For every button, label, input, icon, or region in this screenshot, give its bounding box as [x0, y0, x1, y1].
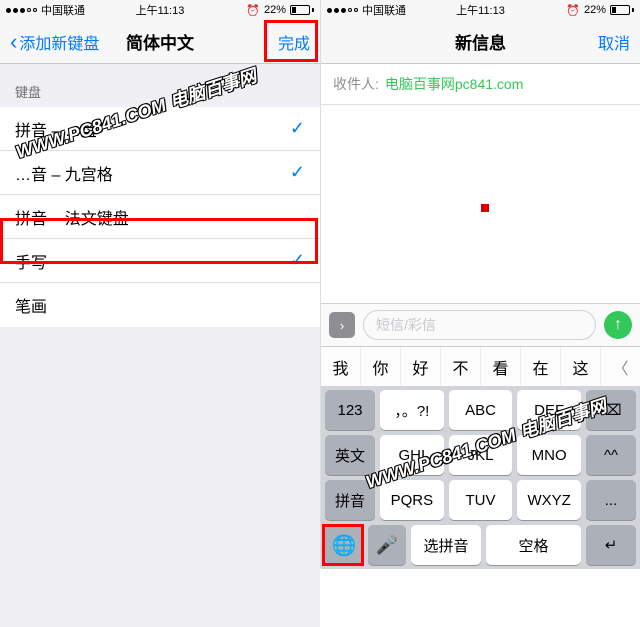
key-wxyz[interactable]: WXYZ — [517, 480, 581, 520]
status-bar: 中国联通 上午11:13 ⏰ 22% — [321, 0, 640, 20]
battery-percent: 22% — [584, 4, 606, 16]
return-icon: ↵ — [605, 536, 618, 554]
key-emoji[interactable]: ^^ — [586, 435, 636, 475]
clock: 上午11:13 — [136, 2, 185, 18]
suggestion[interactable]: 看 — [481, 347, 521, 386]
recipient-row[interactable]: 收件人: 电脑百事网pc841.com — [321, 64, 640, 105]
mic-icon: 🎤 — [376, 535, 398, 556]
suggestion-bar: 我 你 好 不 看 在 这 〈 — [321, 346, 640, 386]
check-icon: ✓ — [290, 162, 305, 183]
compose-area[interactable] — [321, 105, 640, 303]
message-input[interactable]: 短信/彩信 — [363, 310, 596, 340]
mic-button[interactable]: 🎤 — [368, 525, 406, 565]
key-backspace[interactable]: ⌫ — [586, 390, 636, 430]
recipient-value: 电脑百事网pc841.com — [385, 74, 523, 94]
key-pinyin[interactable]: 拼音 — [325, 480, 375, 520]
list-item[interactable]: 拼音 – …盘✓ — [0, 107, 320, 151]
key-pqrs[interactable]: PQRS — [380, 480, 444, 520]
clock: 上午11:13 — [456, 2, 505, 18]
arrow-up-icon: ↑ — [614, 316, 622, 334]
globe-icon: 🌐 — [332, 533, 357, 558]
nav-bar: ‹添加新键盘 简体中文 完成 — [0, 20, 320, 64]
cancel-button[interactable]: 取消 — [598, 30, 630, 54]
send-button[interactable]: ↑ — [604, 311, 632, 339]
carrier-label: 中国联通 — [362, 2, 406, 18]
done-button[interactable]: 完成 — [278, 30, 310, 54]
alarm-icon: ⏰ — [246, 4, 260, 17]
page-title: 新信息 — [455, 29, 506, 54]
battery-icon — [290, 5, 314, 15]
check-icon: ✓ — [290, 250, 305, 271]
cursor-icon — [481, 204, 489, 212]
list-item[interactable]: 笔画 — [0, 283, 320, 327]
status-bar: 中国联通 上午11:13 ⏰ 22% — [0, 0, 320, 20]
key-123[interactable]: 123 — [325, 390, 375, 430]
nav-bar: 新信息 取消 — [321, 20, 640, 64]
key-def[interactable]: DEF — [517, 390, 581, 430]
suggestion[interactable]: 不 — [441, 347, 481, 386]
keyboard: 123 ，。?! ABC DEF ⌫ 英文 GHI JKL MNO ^^ 拼音 … — [321, 386, 640, 569]
key-jkl[interactable]: JKL — [449, 435, 513, 475]
new-message-screen: 中国联通 上午11:13 ⏰ 22% 新信息 取消 收件人: 电脑百事网pc84… — [320, 0, 640, 568]
select-pinyin-key[interactable]: 选拼音 — [411, 525, 481, 565]
battery-percent: 22% — [264, 4, 286, 16]
list-item[interactable]: 拼音 – 法文键盘 — [0, 195, 320, 239]
list-item[interactable]: …音 – 九宫格✓ — [0, 151, 320, 195]
key-punct[interactable]: ，。?! — [380, 390, 444, 430]
signal-dots-icon — [6, 8, 37, 13]
suggestion[interactable]: 这 — [561, 347, 601, 386]
keyboard-list: 拼音 – …盘✓ …音 – 九宫格✓ 拼音 – 法文键盘 手写✓ 笔画 — [0, 107, 320, 327]
back-button[interactable]: ‹添加新键盘 — [10, 29, 99, 55]
suggestion-more[interactable]: 〈 — [601, 347, 640, 386]
keyboard-settings-screen: 中国联通 上午11:13 ⏰ 22% ‹添加新键盘 简体中文 完成 键盘 拼音 … — [0, 0, 320, 568]
chevron-left-icon: ‹ — [10, 29, 17, 55]
empty-area — [0, 327, 320, 627]
key-mno[interactable]: MNO — [517, 435, 581, 475]
carrier-label: 中国联通 — [41, 2, 85, 18]
expand-button[interactable]: › — [329, 312, 355, 338]
alarm-icon: ⏰ — [566, 4, 580, 17]
globe-button[interactable]: 🌐 — [325, 525, 363, 565]
key-english[interactable]: 英文 — [325, 435, 375, 475]
page-title: 简体中文 — [126, 29, 194, 54]
suggestion[interactable]: 好 — [401, 347, 441, 386]
key-ghi[interactable]: GHI — [380, 435, 444, 475]
space-key[interactable]: 空格 — [486, 525, 581, 565]
suggestion[interactable]: 我 — [321, 347, 361, 386]
section-header: 键盘 — [0, 64, 320, 107]
suggestion[interactable]: 你 — [361, 347, 401, 386]
suggestion[interactable]: 在 — [521, 347, 561, 386]
signal-dots-icon — [327, 8, 358, 13]
key-tuv[interactable]: TUV — [449, 480, 513, 520]
battery-icon — [610, 5, 634, 15]
check-icon: ✓ — [290, 118, 305, 139]
key-more[interactable]: ... — [586, 480, 636, 520]
message-input-bar: › 短信/彩信 ↑ — [321, 303, 640, 346]
return-key[interactable]: ↵ — [586, 525, 636, 565]
key-abc[interactable]: ABC — [449, 390, 513, 430]
list-item[interactable]: 手写✓ — [0, 239, 320, 283]
chevron-right-icon: › — [340, 318, 344, 333]
recipient-label: 收件人: — [333, 74, 379, 94]
